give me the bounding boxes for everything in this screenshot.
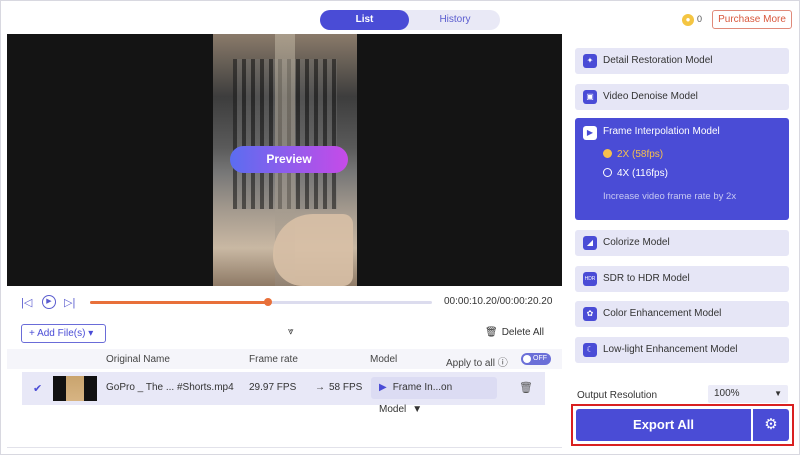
- model-label: Colorize Model: [603, 237, 670, 248]
- model-label: Color Enhancement Model: [603, 308, 722, 319]
- file-table-header: Original Name Frame rate Model Apply to …: [7, 349, 562, 369]
- divider: [7, 447, 562, 448]
- model-detail-restoration[interactable]: ✦ Detail Restoration Model: [575, 48, 789, 74]
- tab-history[interactable]: History: [410, 10, 500, 30]
- model-label: Video Denoise Model: [603, 91, 698, 102]
- option-2x-label: 2X (58fps): [617, 149, 664, 160]
- column-model: Model: [370, 354, 398, 365]
- playback-scrubber[interactable]: [90, 298, 432, 306]
- output-resolution-select[interactable]: 100% ▼: [708, 385, 788, 403]
- model-color-enhancement[interactable]: ✿ Color Enhancement Model: [575, 301, 789, 327]
- frame-interpolation-icon: ▶: [379, 382, 387, 393]
- hdr-icon: HDR: [583, 272, 597, 286]
- radio-icon: [603, 168, 612, 177]
- skip-forward-icon[interactable]: ▷|: [64, 296, 75, 309]
- palette-icon: ✿: [583, 307, 597, 321]
- caret-down-icon: ▼: [412, 404, 423, 415]
- option-4x[interactable]: 4X (116fps): [603, 168, 789, 179]
- video-frame-hand: [273, 214, 353, 286]
- model-panel: ✦ Detail Restoration Model ▣ Video Denoise…: [570, 34, 795, 447]
- model-label: Low-light Enhancement Model: [603, 344, 738, 355]
- add-files-button[interactable]: + Add File(s) ▾: [21, 324, 106, 343]
- view-tabs: List History: [320, 10, 500, 30]
- model-label: Frame Interpolation Model: [603, 126, 720, 137]
- trash-icon: 🗑: [485, 327, 498, 338]
- file-row[interactable]: ✔ GoPro _ The ... #Shorts.mp4 29.97 FPS …: [22, 372, 545, 415]
- skip-back-icon[interactable]: |◁: [21, 296, 32, 309]
- trash-icon[interactable]: 🗑: [519, 381, 533, 394]
- delete-all-button[interactable]: 🗑 Delete All: [485, 327, 544, 338]
- model-sdr-to-hdr[interactable]: HDR SDR to HDR Model: [575, 266, 789, 292]
- frame-rate-arrow: →: [315, 382, 325, 393]
- export-highlight: Export All ⚙: [571, 404, 794, 446]
- info-icon: ⓘ: [497, 358, 508, 369]
- caret-down-icon: ▼: [774, 389, 782, 398]
- column-original-name: Original Name: [106, 354, 170, 365]
- column-apply-to-all: Apply to all ⓘ: [446, 354, 508, 369]
- frame-rate-to: 58 FPS: [329, 382, 363, 393]
- model-video-denoise[interactable]: ▣ Video Denoise Model: [575, 84, 789, 110]
- export-all-button[interactable]: Export All: [576, 409, 751, 441]
- model-frame-interpolation[interactable]: ▶ Frame Interpolation Model 2X (58fps) 4X…: [575, 118, 789, 220]
- chevron-down-icon: ▾: [85, 328, 94, 339]
- tab-list[interactable]: List: [320, 10, 409, 30]
- preview-button[interactable]: Preview: [230, 146, 348, 173]
- model-low-light[interactable]: ☾ Low-light Enhancement Model: [575, 337, 789, 363]
- playback-time: 00:00:10.20/00:00:20.20: [444, 296, 553, 307]
- top-bar: List History ● 0 Purchase More: [7, 7, 795, 33]
- option-4x-label: 4X (116fps): [617, 168, 668, 179]
- detail-restoration-icon: ✦: [583, 54, 597, 68]
- apply-to-all-label: Apply to all: [446, 358, 495, 369]
- purchase-more-button[interactable]: Purchase More: [712, 10, 792, 29]
- model-note: Increase video frame rate by 2x: [603, 191, 737, 202]
- play-button[interactable]: ▶: [42, 295, 56, 309]
- plus-icon: +: [29, 328, 38, 339]
- model-label: SDR to HDR Model: [603, 273, 690, 284]
- column-frame-rate: Frame rate: [249, 354, 298, 365]
- model-colorize[interactable]: ◢ Colorize Model: [575, 230, 789, 256]
- model-label: Detail Restoration Model: [603, 55, 713, 66]
- colorize-icon: ◢: [583, 236, 597, 250]
- moon-icon: ☾: [583, 343, 597, 357]
- apply-to-all-toggle[interactable]: OFF: [521, 353, 551, 365]
- playback-handle[interactable]: [263, 298, 272, 306]
- delete-all-label: Delete All: [501, 327, 544, 338]
- collapse-chevron-icon[interactable]: ⩔: [288, 326, 294, 337]
- video-preview: Preview: [7, 34, 562, 286]
- file-name: GoPro _ The ... #Shorts.mp4: [106, 382, 234, 393]
- checkmark-icon[interactable]: ✔: [33, 382, 42, 395]
- option-2x[interactable]: 2X (58fps): [603, 149, 789, 160]
- app-window: List History ● 0 Purchase More Preview |…: [0, 0, 800, 455]
- coin-icon: ●: [682, 14, 694, 26]
- video-thumbnail: [53, 376, 97, 401]
- output-resolution-value: 100%: [714, 388, 740, 399]
- playback-progress: [90, 301, 268, 304]
- frame-rate-from: 29.97 FPS: [249, 382, 297, 393]
- video-denoise-icon: ▣: [583, 90, 597, 104]
- gear-icon[interactable]: ⚙: [753, 409, 789, 441]
- output-resolution-label: Output Resolution: [577, 390, 658, 401]
- model-dropdown[interactable]: ▶ Frame In...on Model ▼: [371, 377, 497, 415]
- radio-selected-icon: [603, 149, 612, 158]
- add-files-label: Add File(s): [37, 328, 86, 339]
- frame-interpolation-icon: ▶: [583, 126, 597, 140]
- coin-count: 0: [697, 14, 703, 24]
